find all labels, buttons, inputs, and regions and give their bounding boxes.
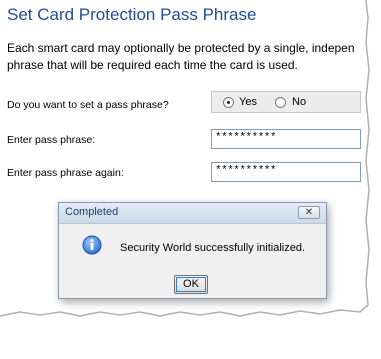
enter-pass-phrase-label: Enter pass phrase: (7, 134, 96, 146)
yes-radio[interactable] (223, 97, 234, 108)
no-radio-label[interactable]: No (292, 96, 306, 108)
page-title: Set Card Protection Pass Phrase (7, 5, 257, 24)
info-icon (82, 235, 102, 255)
page-description: Each smart card may optionally be protec… (7, 40, 381, 74)
completed-dialog: Completed ✕ Security World successfully … (58, 202, 327, 299)
pass-phrase-confirm-input[interactable]: ********** (211, 162, 361, 182)
dialog-title: Completed (65, 206, 119, 218)
dialog-message: Security World successfully initialized. (120, 242, 306, 254)
enter-pass-phrase-again-label: Enter pass phrase again: (7, 167, 124, 179)
pass-phrase-radio-group: Yes No (211, 91, 361, 113)
yes-radio-label[interactable]: Yes (239, 96, 257, 108)
pass-phrase-input[interactable]: ********** (211, 129, 361, 149)
dialog-close-button[interactable]: ✕ (298, 206, 320, 219)
pass-phrase-question-label: Do you want to set a pass phrase? (7, 99, 169, 111)
wizard-page: Set Card Protection Pass Phrase Each sma… (0, 0, 381, 359)
no-radio[interactable] (275, 97, 286, 108)
dialog-titlebar[interactable]: Completed ✕ (59, 203, 326, 224)
description-line-1: Each smart card may optionally be protec… (7, 41, 355, 55)
ok-button[interactable]: OK (174, 275, 208, 294)
description-line-2: phrase that will be required each time t… (7, 58, 298, 72)
